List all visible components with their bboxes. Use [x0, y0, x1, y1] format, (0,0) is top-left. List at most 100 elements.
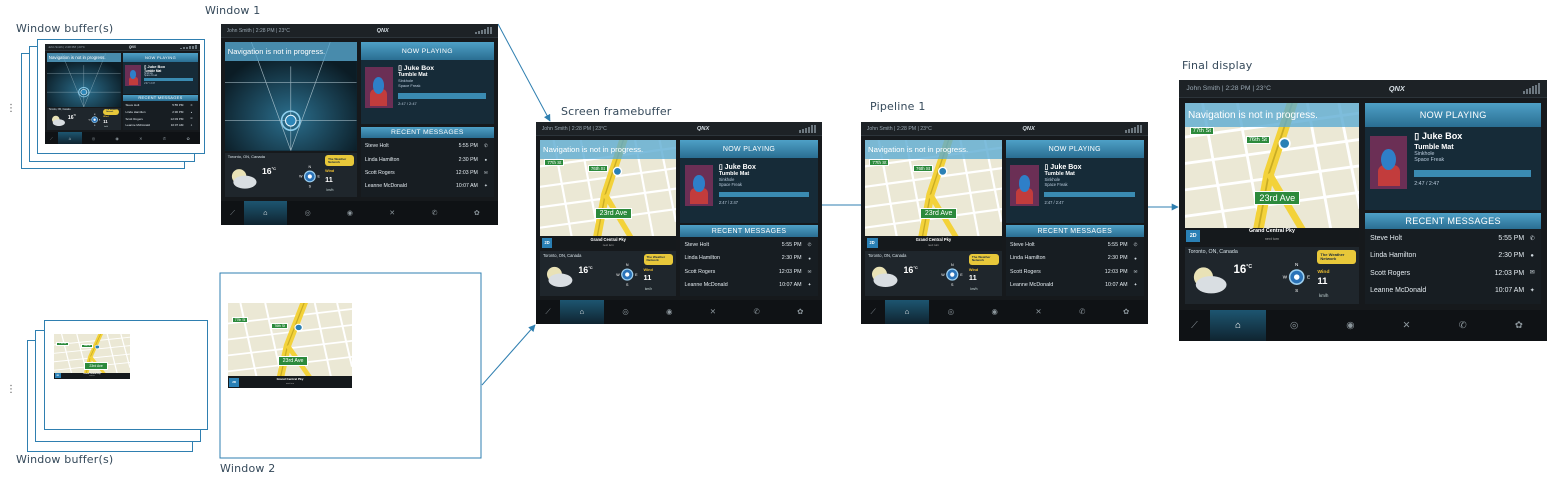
wind-speed: 11 [325, 174, 333, 184]
message-sender: Steve Holt [364, 143, 389, 150]
message-row[interactable]: Scott Rogers 12:03 PM ✉ [1010, 269, 1140, 275]
message-row[interactable]: Steve Holt 5:55 PM ✆ [1370, 235, 1536, 242]
message-row[interactable]: Steve Holt 5:55 PM ✆ [365, 143, 490, 149]
album-art[interactable] [1370, 135, 1408, 190]
tools-icon[interactable]: ✕ [1017, 300, 1061, 324]
now-playing-panel[interactable]: NOW PLAYING ▯ Juke Box Tumble Mat Sinkho… [680, 140, 818, 223]
media-icon[interactable]: ◉ [105, 132, 129, 144]
navigation-panel[interactable]: Navigation is not in progress. [225, 42, 357, 151]
progress-bar[interactable] [1414, 169, 1531, 178]
message-row[interactable]: Linda Hamilton 2:30 PM ● [125, 110, 195, 114]
home-icon[interactable]: ⌂ [1209, 309, 1267, 341]
recent-messages-panel[interactable]: RECENT MESSAGES Steve Holt 5:55 PM ✆ Linda … [680, 225, 818, 296]
phone-icon[interactable]: ✆ [413, 201, 455, 225]
navigation-panel[interactable]: 77th St 76th St 23rd Ave 2D Grand Centra… [865, 140, 1002, 250]
home-icon[interactable]: ⌂ [244, 200, 287, 225]
navigation-panel[interactable]: 77th St 76th St 23rd Ave 2D Grand Centra… [1184, 103, 1360, 245]
recent-messages-panel[interactable]: RECENT MESSAGES Steve Holt 5:55 PM ✆ Linda … [123, 95, 198, 130]
seat-icon[interactable]: ⟋ [1179, 310, 1210, 341]
media-icon[interactable]: ◉ [329, 201, 371, 225]
album-art[interactable] [125, 65, 142, 86]
home-icon[interactable]: ⌂ [885, 299, 929, 324]
seat-icon[interactable]: ⟋ [221, 201, 244, 225]
svg-text:E: E [635, 273, 638, 277]
now-playing-panel[interactable]: NOW PLAYING ▯ Juke Box Tumble Mat Sinkho… [1005, 140, 1144, 223]
progress-bar[interactable] [398, 93, 486, 99]
blackberry-icon[interactable]: ✿ [456, 201, 498, 225]
navigation-icon[interactable]: ◎ [82, 132, 106, 144]
weather-panel[interactable]: Toronto, ON, Canada 16°C N S W E The Wea… [540, 251, 677, 296]
navigation-icon[interactable]: ◎ [929, 300, 973, 324]
navigation-panel[interactable]: 77th St 76th St 23rd Ave 2D Grand Centra… [540, 140, 677, 250]
tools-icon[interactable]: ✕ [691, 300, 735, 324]
message-row[interactable]: Linda Hamilton 2:30 PM ● [365, 157, 490, 163]
home-icon[interactable]: ⌂ [560, 299, 604, 324]
phone-icon[interactable]: ✆ [1060, 300, 1104, 324]
weather-panel[interactable]: Toronto, ON, Canada 16°C N S W E The Wea… [47, 108, 121, 130]
cloud-moon-icon [1193, 267, 1227, 294]
album-art[interactable] [684, 165, 714, 207]
media-icon[interactable]: ◉ [647, 300, 691, 324]
message-row[interactable]: Leanne McDonald 10:07 AM ✦ [1010, 282, 1140, 288]
progress-bar[interactable] [144, 78, 194, 82]
phone-icon[interactable]: ✆ [1435, 310, 1491, 341]
media-icon[interactable]: ◉ [1322, 310, 1378, 341]
progress-bar[interactable] [718, 191, 810, 198]
navigation-icon[interactable]: ◎ [1266, 310, 1322, 341]
blackberry-icon[interactable]: ✿ [1104, 300, 1148, 324]
navigation-panel[interactable]: Navigation is not in progress. [47, 53, 121, 107]
seat-icon[interactable]: ⟋ [45, 132, 58, 144]
message-row[interactable]: Steve Holt 5:55 PM ✆ [125, 103, 195, 107]
message-row[interactable]: Linda Hamilton 2:30 PM ● [1010, 255, 1140, 261]
progress-bar[interactable] [1044, 191, 1136, 198]
now-playing-panel[interactable]: NOW PLAYING ▯ Juke Box Tumble Mat Sinkho… [360, 42, 494, 125]
message-row[interactable]: Scott Rogers 12:03 PM ✉ [125, 117, 195, 121]
message-row[interactable]: Scott Rogers 12:03 PM ✉ [1370, 270, 1536, 277]
now-playing-panel[interactable]: NOW PLAYING ▯ Juke Box Tumble Mat Sinkho… [1364, 103, 1542, 211]
message-row[interactable]: Leanne McDonald 10:07 AM ✦ [685, 282, 814, 288]
now-playing-panel[interactable]: NOW PLAYING ▯ Juke Box Tumble Mat Sinkho… [123, 53, 198, 94]
navigation-icon[interactable]: ◎ [287, 201, 329, 225]
blackberry-icon[interactable]: ✿ [778, 300, 822, 324]
signal-icon [179, 45, 197, 49]
message-row[interactable]: Leanne McDonald 10:07 AM ✦ [125, 123, 195, 127]
home-icon[interactable]: ⌂ [58, 132, 82, 144]
weather-temperature: 16°C [261, 165, 276, 176]
message-row[interactable]: Scott Rogers 12:03 PM ✉ [685, 269, 814, 275]
message-row[interactable]: Linda Hamilton 2:30 PM ● [1370, 252, 1536, 259]
seat-icon[interactable]: ⟋ [536, 300, 560, 324]
phone-icon: ✆ [484, 143, 488, 149]
message-row[interactable]: Steve Holt 5:55 PM ✆ [1010, 242, 1140, 248]
blackberry-icon[interactable]: ✿ [1491, 310, 1547, 341]
weather-city: Toronto, ON, Canada [48, 108, 71, 111]
tools-icon[interactable]: ✕ [371, 201, 413, 225]
current-street: Grand Central Pky [83, 372, 101, 375]
recent-messages-panel[interactable]: RECENT MESSAGES Steve Holt 5:55 PM ✆ Linda … [360, 126, 494, 197]
phone-icon[interactable]: ✆ [153, 132, 177, 144]
album-art[interactable] [1010, 165, 1039, 207]
message-time: 10:07 AM [455, 183, 478, 190]
media-icon[interactable]: ◉ [973, 300, 1017, 324]
bottom-dock: ⟋ ⌂ ◎ ◉ ✕ ✆ ✿ [45, 132, 200, 144]
phone-icon[interactable]: ✆ [735, 300, 779, 324]
tools-icon[interactable]: ✕ [129, 132, 153, 144]
message-time-wrap: 10:07 AM ✦ [779, 282, 813, 288]
message-row[interactable]: Steve Holt 5:55 PM ✆ [685, 242, 814, 248]
navigation-icon[interactable]: ◎ [604, 300, 648, 324]
track-band: Space Freak [718, 181, 742, 187]
message-row[interactable]: Linda Hamilton 2:30 PM ● [685, 255, 814, 261]
weather-panel[interactable]: Toronto, ON, Canada 16°C N S W E The Wea… [225, 152, 357, 197]
weather-panel[interactable]: Toronto, ON, Canada 16°C N S W E The Wea… [865, 251, 1002, 296]
recent-messages-panel[interactable]: RECENT MESSAGES Steve Holt 5:55 PM ✆ Linda … [1364, 213, 1542, 305]
message-row[interactable]: Leanne McDonald 10:07 AM ✦ [365, 183, 490, 189]
album-art[interactable] [364, 66, 393, 108]
message-row[interactable]: Scott Rogers 12:03 PM ✉ [365, 170, 490, 176]
blackberry-icon[interactable]: ✿ [176, 132, 200, 144]
tools-icon[interactable]: ✕ [1378, 310, 1434, 341]
message-time: 5:55 PM [1107, 241, 1128, 248]
message-row[interactable]: Leanne McDonald 10:07 AM ✦ [1370, 287, 1536, 294]
weather-panel[interactable]: Toronto, ON, Canada 16°C N S W E The Wea… [1184, 247, 1360, 305]
svg-text:N: N [626, 263, 629, 267]
seat-icon[interactable]: ⟋ [861, 300, 885, 324]
recent-messages-panel[interactable]: RECENT MESSAGES Steve Holt 5:55 PM ✆ Linda … [1005, 225, 1144, 296]
